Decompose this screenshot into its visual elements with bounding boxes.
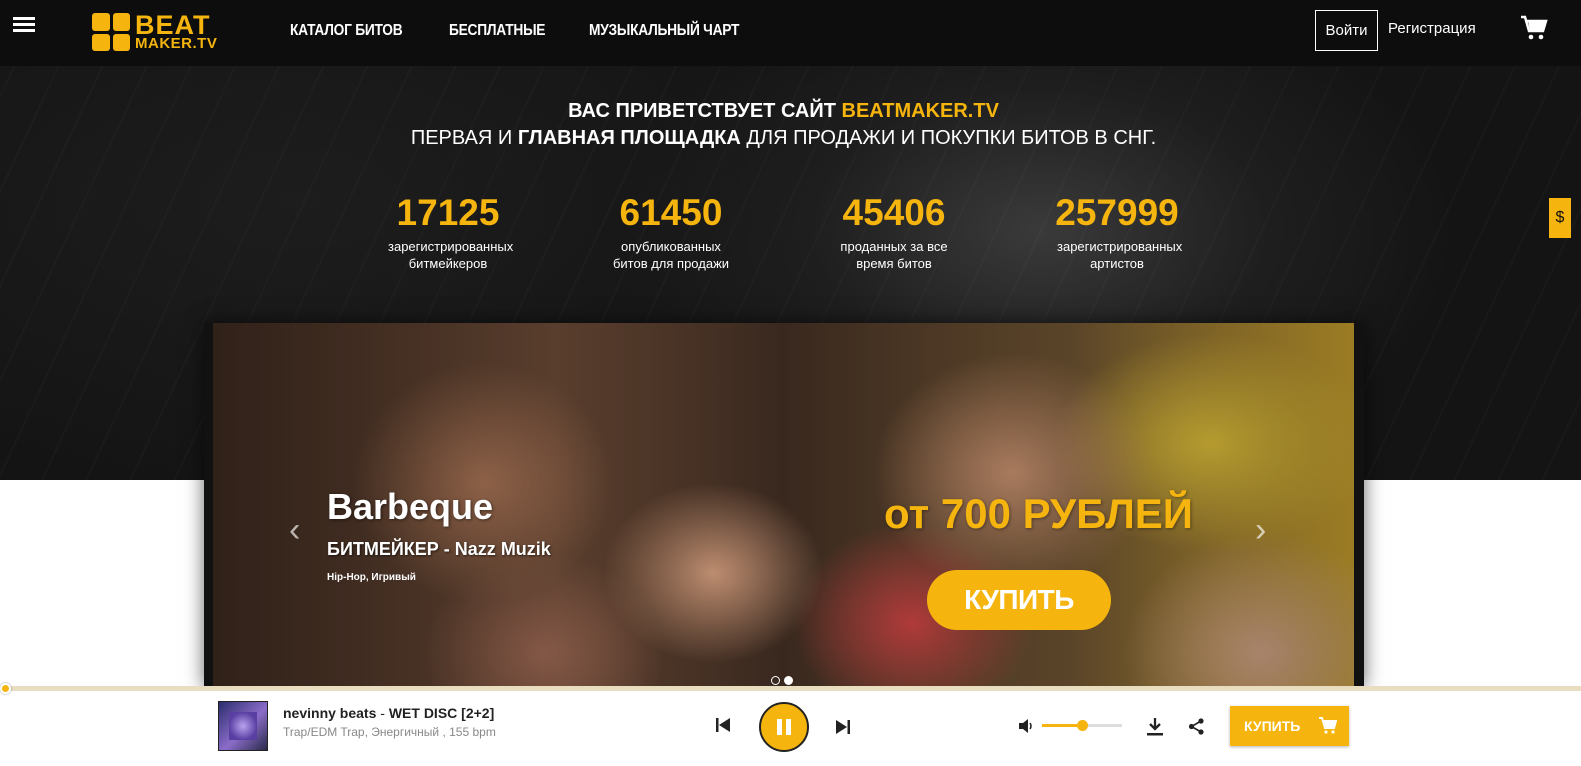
track-title[interactable]: nevinny beats - WET DISC [2+2] [283,705,494,721]
slide-title[interactable]: Barbeque [327,486,493,528]
slider-next-arrow[interactable]: › [1255,511,1266,550]
track-meta: Trap/EDM Trap, Энергичный , 155 bpm [283,725,496,739]
slider-prev-arrow[interactable]: ‹ [289,511,300,550]
logo-mark-icon [92,13,130,51]
volume-icon[interactable] [1018,718,1034,734]
login-button[interactable]: Войти [1315,10,1378,51]
slide-buy-button[interactable]: КУПИТЬ [927,570,1111,630]
slider-dot-1[interactable] [771,676,780,685]
download-icon[interactable] [1146,718,1164,736]
main-nav: КАТАЛОГ БИТОВ БЕСПЛАТНЫЕ МУЗЫКАЛЬНЫЙ ЧАР… [290,22,763,40]
pause-button[interactable] [759,702,809,752]
nav-free[interactable]: БЕСПЛАТНЫЕ [449,22,545,40]
slider-dots [771,676,793,685]
volume-slider[interactable] [1042,720,1122,731]
stat-published-beats: 61450 опубликованных битов для продажи [612,192,730,271]
slide-price: от 700 РУБЛЕЙ [884,490,1193,537]
slider-dot-2[interactable] [784,676,793,685]
site-logo[interactable]: BEAT MAKER.TV [92,10,218,53]
cart-icon[interactable] [1520,15,1548,41]
register-link[interactable]: Регистрация [1388,20,1476,37]
share-icon[interactable] [1188,718,1205,735]
slide-genres: Hip-Hop, Игривый [327,572,416,583]
audio-player: nevinny beats - WET DISC [2+2] Trap/EDM … [0,691,1581,766]
track-cover[interactable] [218,701,268,751]
stat-artists: 257999 зарегистрированных артистов [1055,192,1183,271]
volume-knob[interactable] [1077,720,1088,731]
stat-sold-beats: 45406 проданных за все время битов [840,192,948,271]
nav-chart[interactable]: МУЗЫКАЛЬНЫЙ ЧАРТ [589,22,739,40]
promo-slider: ‹ › Barbeque БИТМЕЙКЕР - Nazz Muzik Hip-… [204,323,1364,688]
player-buy-button[interactable]: КУПИТЬ [1230,706,1349,746]
nav-catalog[interactable]: КАТАЛОГ БИТОВ [290,22,403,40]
stat-beatmakers: 17125 зарегистрированных битмейкеров [388,192,514,271]
previous-track-icon[interactable] [716,718,730,732]
cart-icon [1319,717,1337,734]
track-progress-bar[interactable] [0,683,1581,694]
next-track-icon[interactable] [836,720,850,734]
welcome-text: ВАС ПРИВЕТСТВУЕТ САЙТ BEATMAKER.TV ПЕРВА… [410,100,1157,149]
menu-icon[interactable] [13,17,35,35]
progress-knob[interactable] [0,683,11,694]
logo-text: BEAT MAKER.TV [135,10,218,53]
pause-icon [777,719,782,735]
volume-fill [1042,724,1082,727]
currency-tab[interactable]: $ [1549,198,1571,238]
site-name: BEATMAKER.TV [841,100,999,122]
slide-beatmaker[interactable]: БИТМЕЙКЕР - Nazz Muzik [327,539,551,560]
top-navbar: BEAT MAKER.TV КАТАЛОГ БИТОВ БЕСПЛАТНЫЕ М… [0,0,1581,66]
